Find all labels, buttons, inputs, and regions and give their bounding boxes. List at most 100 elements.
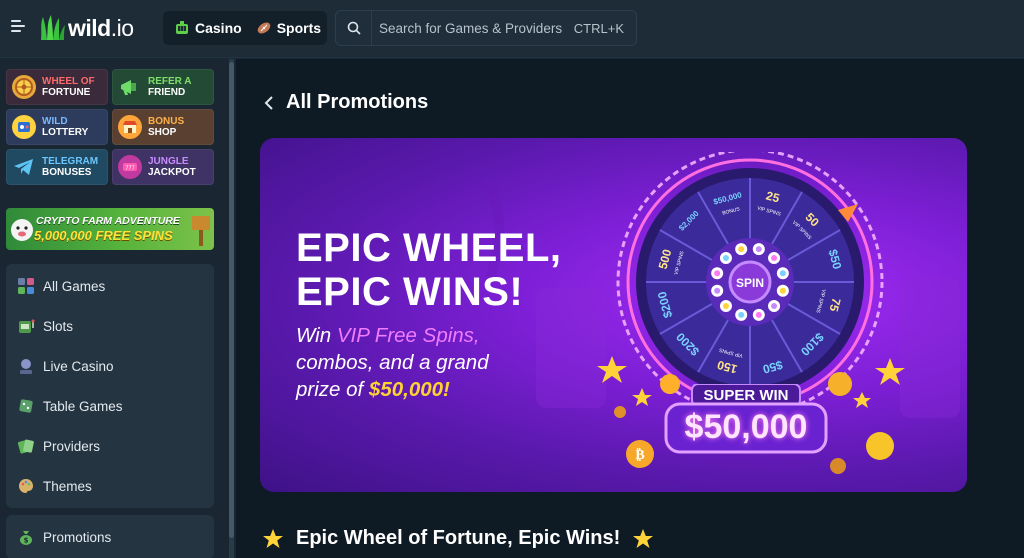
page-title: All Promotions (286, 91, 429, 113)
super-win-badge: SUPER WIN $50,000 (662, 384, 830, 456)
shop-icon (118, 115, 142, 139)
menu-toggle-icon[interactable] (11, 20, 27, 36)
hero-subtitle: Win VIP Free Spins, combos, and a grand … (296, 322, 489, 403)
section-title: Epic Wheel of Fortune, Epic Wins! (296, 527, 621, 549)
sign-icon (192, 216, 210, 246)
star-icon (263, 528, 283, 548)
hero-title-line1: EPIC WHEEL, (296, 226, 562, 270)
svg-text:₿: ₿ (635, 447, 644, 463)
crypto-banner-title: CRYPTO FARM ADVENTURE (36, 215, 180, 227)
farm-character-icon (11, 219, 33, 241)
badge-top-label: SUPER WIN (703, 387, 789, 404)
promo-label-1: Refer a (148, 76, 192, 87)
promo-label-1: Wheel of (42, 76, 95, 87)
nav-item-providers[interactable]: Providers (6, 426, 214, 466)
nav-label: Table Games (43, 398, 123, 414)
search-input[interactable] (372, 11, 574, 45)
crypto-farm-banner[interactable]: CRYPTO FARM ADVENTURE 5,000,000 FREE SPI… (6, 208, 214, 250)
megaphone-icon (118, 75, 142, 99)
wheel-symbol-dot-inner (722, 254, 729, 261)
promo-wheel-of-fortune[interactable]: Wheel of Fortune (6, 69, 108, 105)
tab-sports-label: Sports (276, 20, 322, 36)
promo-label-1: Telegram (42, 156, 99, 167)
slot-machine-icon (16, 316, 36, 336)
section-title-row: Epic Wheel of Fortune, Epic Wins! (262, 527, 654, 550)
promo-hero-banner[interactable]: EPIC WHEEL, EPIC WINS! Win VIP Free Spin… (260, 138, 967, 492)
hero-sub-line2: combos, and a grand (296, 351, 489, 374)
promo-label-1: Jungle (148, 156, 189, 167)
wheel-symbol-dot-inner (738, 246, 745, 253)
svg-text:777: 777 (125, 166, 135, 172)
hero-sub-line3: prize of (296, 378, 369, 401)
wheel-symbol-dot-inner (738, 311, 745, 318)
back-chevron-icon[interactable] (262, 93, 278, 113)
tab-casino-label: Casino (195, 20, 242, 36)
football-icon (257, 22, 270, 34)
hero-title-line2: EPIC WINS! (296, 270, 524, 314)
sidebar-scrollbar-thumb[interactable] (229, 62, 234, 538)
hero-sub-prize: $50,000! (368, 378, 450, 401)
palette-icon (16, 476, 36, 496)
promo-label-2: Friend (148, 87, 186, 98)
nav-label: Slots (43, 318, 74, 334)
nav-item-live-casino[interactable]: Live Casino (6, 346, 214, 386)
promo-label-2: Fortune (42, 87, 91, 98)
nav-item-all-games[interactable]: All Games (6, 266, 214, 306)
logo-suffix: .io (110, 14, 134, 41)
sidebar: Wheel of Fortune Refer a Friend Wild Lotter… (0, 59, 230, 558)
logo[interactable]: wild.io (38, 14, 134, 42)
search-icon[interactable] (336, 11, 372, 45)
tab-casino[interactable]: Casino (167, 15, 249, 41)
mode-switch: Casino Sports (163, 11, 327, 45)
wheel-symbol-dot-inner (714, 270, 721, 277)
jackpot-icon: 777 (118, 155, 142, 179)
nav-item-table-games[interactable]: Table Games (6, 386, 214, 426)
grid-icon (16, 276, 36, 296)
nav-label: Providers (43, 438, 101, 454)
nav-card-secondary: $ Promotions (6, 515, 214, 558)
wheel-symbol-dot-inner (755, 311, 762, 318)
star-icon (633, 528, 654, 548)
promo-telegram-bonuses[interactable]: Telegram Bonuses (6, 149, 108, 185)
wheel-icon (12, 75, 36, 99)
nav-item-themes[interactable]: Themes (6, 466, 214, 506)
money-bag-icon: $ (16, 527, 36, 547)
wheel-symbol-dot-inner (771, 303, 778, 310)
tab-sports[interactable]: Sports (249, 15, 328, 41)
svg-text:$: $ (24, 537, 29, 545)
nav-label: All Games (43, 278, 106, 294)
telegram-icon (12, 155, 36, 179)
hero-sub-highlight: VIP Free Spins, (336, 324, 480, 347)
dice-icon (16, 396, 36, 416)
nav-item-slots[interactable]: Slots (6, 306, 214, 346)
wheel-symbol-dot-inner (779, 270, 786, 277)
promo-label-2: Bonuses (42, 167, 92, 178)
promo-label-2: Shop (148, 127, 177, 138)
promo-refer-a-friend[interactable]: Refer a Friend (112, 69, 214, 105)
promo-jungle-jackpot[interactable]: 777 Jungle Jackpot (112, 149, 214, 185)
logo-text: wild (68, 14, 111, 41)
nav-label: Promotions (43, 529, 112, 545)
promo-label-2: Lottery (42, 127, 89, 138)
search-box: CTRL+K (335, 10, 637, 46)
nav-card: All Games Slots Live Casino Table Games … (6, 264, 214, 508)
casino-icon (176, 21, 188, 34)
promo-label-1: Bonus (148, 116, 185, 127)
wheel-symbol-dot-inner (714, 287, 721, 294)
top-bar: wild.io Casino Sports CTRL+K (0, 0, 1024, 58)
nav-label: Live Casino (43, 358, 114, 374)
hero-sub-pre: Win (296, 324, 337, 347)
promo-bonus-shop[interactable]: Bonus Shop (112, 109, 214, 145)
wheel-symbol-dot-inner (722, 303, 729, 310)
wheel-symbol-dot-inner (771, 254, 778, 261)
hero-title: EPIC WHEEL, EPIC WINS! (296, 226, 562, 314)
wheel-center-label: SPIN (736, 276, 764, 290)
nav-label: Themes (43, 478, 92, 494)
wild-logo-icon (41, 15, 65, 40)
cards-icon (16, 436, 36, 456)
nav-item-promotions[interactable]: $ Promotions (6, 517, 214, 557)
promo-wild-lottery[interactable]: Wild Lottery (6, 109, 108, 145)
promo-label-2: Jackpot (148, 167, 196, 178)
lottery-icon (12, 115, 36, 139)
promo-label-1: Wild (42, 116, 68, 127)
